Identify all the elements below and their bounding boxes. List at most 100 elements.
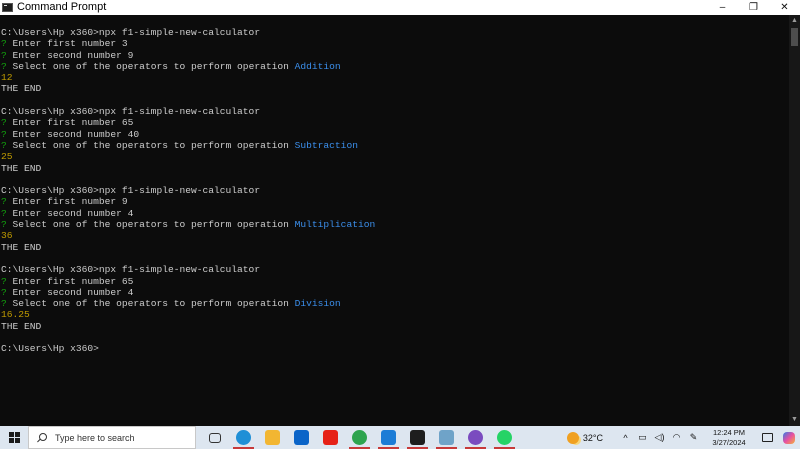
weather-sun-icon <box>566 431 579 444</box>
scroll-up-arrow-icon[interactable]: ▲ <box>789 15 800 27</box>
whatsapp-icon <box>497 430 512 445</box>
scroll-thumb[interactable] <box>791 28 798 46</box>
console-line: THE END <box>0 83 789 94</box>
console-line: THE END <box>0 321 789 332</box>
volume-icon[interactable]: ◁) <box>651 426 668 449</box>
notifications-button[interactable] <box>756 426 778 449</box>
console-text: Select one of the operators to perform o… <box>6 219 295 231</box>
console-line: ? Enter second number 40 <box>0 129 789 140</box>
windows-logo-icon <box>8 432 20 443</box>
vscode-icon <box>381 430 396 445</box>
console-text: C:\Users\Hp x360>npx f1-simple-new-calcu… <box>1 264 261 276</box>
edge-icon <box>236 430 251 445</box>
calculation-result: 12 <box>1 72 13 84</box>
command-prompt-icon <box>410 430 425 445</box>
pen-icon[interactable]: ✎ <box>685 426 702 449</box>
purple-app-icon <box>468 430 483 445</box>
command-prompt-icon <box>2 3 13 12</box>
chrome-taskbar-button[interactable] <box>345 426 374 449</box>
youtube-icon <box>323 430 338 445</box>
notification-bubble-icon <box>761 433 773 442</box>
youtube-taskbar-button[interactable] <box>316 426 345 449</box>
console-line: 16.25 <box>0 309 789 320</box>
console-text: Enter first number 9 <box>6 196 128 208</box>
console-line: C:\Users\Hp x360>npx f1-simple-new-calcu… <box>0 264 789 275</box>
console-text: Enter first number 65 <box>6 275 134 287</box>
console-output[interactable]: C:\Users\Hp x360>npx f1-simple-new-calcu… <box>0 15 789 426</box>
clock-time: 12:24 PM <box>712 427 746 437</box>
start-button[interactable] <box>0 426 28 449</box>
selected-operator: Subtraction <box>294 139 358 151</box>
task-view-taskbar-button[interactable] <box>200 426 229 449</box>
console-line: ? Enter second number 9 <box>0 50 789 61</box>
calculation-result: 25 <box>1 151 13 163</box>
console-text: Enter first number 65 <box>6 117 134 129</box>
language-icon[interactable]: ▭ <box>634 426 651 449</box>
console-line: 12 <box>0 72 789 83</box>
window-controls: – ❐ ✕ <box>707 0 800 15</box>
whatsapp-taskbar-button[interactable] <box>490 426 519 449</box>
console-text: Enter first number 3 <box>6 38 128 50</box>
vertical-scrollbar[interactable]: ▲ ▼ <box>789 15 800 426</box>
system-tray: 32°C ^ ▭ ◁) ◠ ✎ 12:24 PM 3/27/2024 <box>566 426 800 449</box>
console-text: C:\Users\Hp x360>npx f1-simple-new-calcu… <box>1 106 261 118</box>
calculation-result: 36 <box>1 230 13 242</box>
console-line: 36 <box>0 230 789 241</box>
console-text: Enter second number 4 <box>6 286 134 298</box>
copilot-button[interactable] <box>778 426 800 449</box>
wifi-icon[interactable]: ◠ <box>668 426 685 449</box>
show-hidden-icons-chevron-icon[interactable]: ^ <box>617 426 634 449</box>
console-line: C:\Users\Hp x360>npx f1-simple-new-calcu… <box>0 27 789 38</box>
close-button[interactable]: ✕ <box>769 0 800 15</box>
selected-operator: Division <box>294 298 341 310</box>
console-text: Enter second number 4 <box>6 207 134 219</box>
console-text: C:\Users\Hp x360>npx f1-simple-new-calcu… <box>1 185 261 197</box>
console-line: C:\Users\Hp x360>npx f1-simple-new-calcu… <box>0 106 789 117</box>
command-prompt-taskbar-button[interactable] <box>403 426 432 449</box>
console-text: Select one of the operators to perform o… <box>6 60 295 72</box>
console-line: C:\Users\Hp x360>npx f1-simple-new-calcu… <box>0 185 789 196</box>
copilot-icon <box>783 431 795 444</box>
app-window-taskbar-button[interactable] <box>432 426 461 449</box>
clock-date: 3/27/2024 <box>712 437 746 447</box>
title-bar: Command Prompt – ❐ ✕ <box>0 0 800 15</box>
taskbar: 32°C ^ ▭ ◁) ◠ ✎ 12:24 PM 3/27/2024 <box>0 426 800 449</box>
minimize-button[interactable]: – <box>707 0 738 15</box>
console-line: ? Select one of the operators to perform… <box>0 140 789 151</box>
taskbar-search-box[interactable] <box>28 426 196 449</box>
temperature: 32°C <box>582 432 603 443</box>
file-explorer-taskbar-button[interactable] <box>258 426 287 449</box>
calculation-result: 16.25 <box>1 309 30 321</box>
console-line: ? Select one of the operators to perform… <box>0 219 789 230</box>
chrome-icon <box>352 430 367 445</box>
purple-app-taskbar-button[interactable] <box>461 426 490 449</box>
console-text: C:\Users\Hp x360> <box>1 343 99 355</box>
console-line: ? Enter first number 9 <box>0 196 789 207</box>
maximize-button[interactable]: ❐ <box>738 0 769 15</box>
scroll-down-arrow-icon[interactable]: ▼ <box>789 414 800 426</box>
console-line: ? Enter first number 65 <box>0 117 789 128</box>
console-line: ? Enter second number 4 <box>0 287 789 298</box>
task-view-icon <box>208 432 221 443</box>
selected-operator: Addition <box>294 60 341 72</box>
clock[interactable]: 12:24 PM 3/27/2024 <box>706 428 752 448</box>
window-title: Command Prompt <box>17 1 107 13</box>
mail-taskbar-button[interactable] <box>287 426 316 449</box>
console-line: THE END <box>0 242 789 253</box>
weather-widget[interactable]: 32°C <box>566 431 603 444</box>
console-text: THE END <box>1 83 42 95</box>
search-input[interactable] <box>55 432 195 443</box>
edge-taskbar-button[interactable] <box>229 426 258 449</box>
app-window-icon <box>439 430 454 445</box>
vscode-taskbar-button[interactable] <box>374 426 403 449</box>
console-text: THE END <box>1 241 42 253</box>
console-line: ? Select one of the operators to perform… <box>0 61 789 72</box>
console-line: ? Enter first number 65 <box>0 276 789 287</box>
console-text: Select one of the operators to perform o… <box>6 298 295 310</box>
mail-icon <box>294 430 309 445</box>
console-text: Select one of the operators to perform o… <box>6 139 295 151</box>
